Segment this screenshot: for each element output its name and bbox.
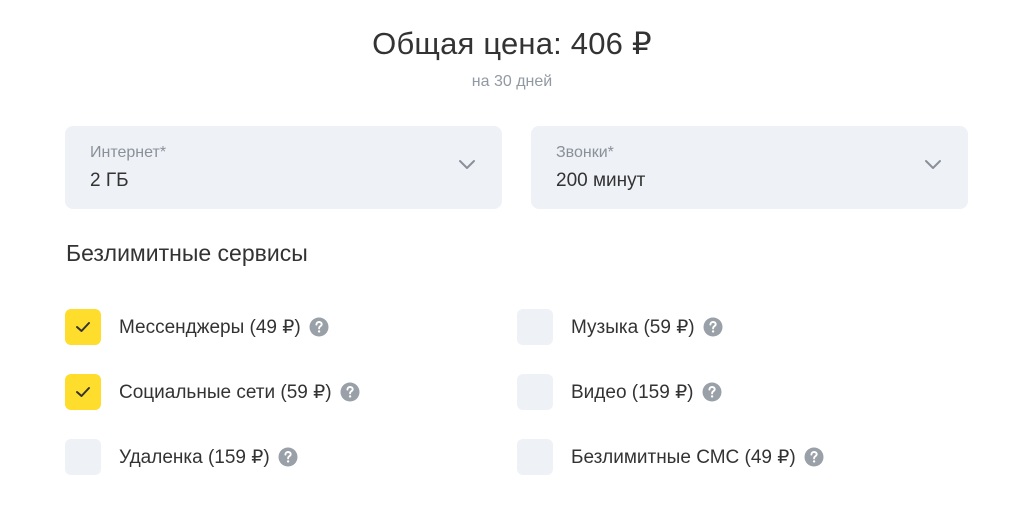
service-label: Безлимитные СМС (49 ₽) <box>571 446 796 468</box>
service-label: Удаленка (159 ₽) <box>119 446 270 468</box>
calls-select-label: Звонки* <box>556 144 614 161</box>
service-label: Музыка (59 ₽) <box>571 316 695 338</box>
question-circle-icon[interactable] <box>702 382 722 402</box>
service-option-sms[interactable]: Безлимитные СМС (49 ₽) <box>517 439 824 475</box>
service-label: Мессенджеры (49 ₽) <box>119 316 301 338</box>
service-label: Видео (159 ₽) <box>571 381 694 403</box>
check-icon <box>76 387 90 397</box>
question-circle-icon[interactable] <box>309 317 329 337</box>
price-period: на 30 дней <box>471 73 553 90</box>
service-option-remote[interactable]: Удаленка (159 ₽) <box>65 439 298 475</box>
calls-select[interactable]: Звонки* 200 минут <box>531 126 968 209</box>
service-option-social[interactable]: Социальные сети (59 ₽) <box>65 374 360 410</box>
chevron-down-icon <box>925 160 941 169</box>
checkbox[interactable] <box>65 374 101 410</box>
check-icon <box>76 322 90 332</box>
question-circle-icon[interactable] <box>278 447 298 467</box>
checkbox[interactable] <box>517 309 553 345</box>
services-title: Безлимитные сервисы <box>66 240 308 266</box>
checkbox[interactable] <box>517 374 553 410</box>
question-circle-icon[interactable] <box>340 382 360 402</box>
checkbox[interactable] <box>65 309 101 345</box>
checkbox[interactable] <box>517 439 553 475</box>
service-option-music[interactable]: Музыка (59 ₽) <box>517 309 723 345</box>
service-option-messengers[interactable]: Мессенджеры (49 ₽) <box>65 309 329 345</box>
internet-select-value: 2 ГБ <box>90 170 129 191</box>
checkbox[interactable] <box>65 439 101 475</box>
question-circle-icon[interactable] <box>804 447 824 467</box>
total-price: Общая цена: 406 ₽ <box>372 26 652 61</box>
service-label: Социальные сети (59 ₽) <box>119 381 332 403</box>
chevron-down-icon <box>459 160 475 169</box>
tariff-builder: Общая цена: 406 ₽ на 30 дней Интернет* 2… <box>0 0 1024 520</box>
service-option-video[interactable]: Видео (159 ₽) <box>517 374 722 410</box>
internet-select[interactable]: Интернет* 2 ГБ <box>65 126 502 209</box>
internet-select-label: Интернет* <box>90 144 167 161</box>
question-circle-icon[interactable] <box>703 317 723 337</box>
calls-select-value: 200 минут <box>556 170 646 191</box>
